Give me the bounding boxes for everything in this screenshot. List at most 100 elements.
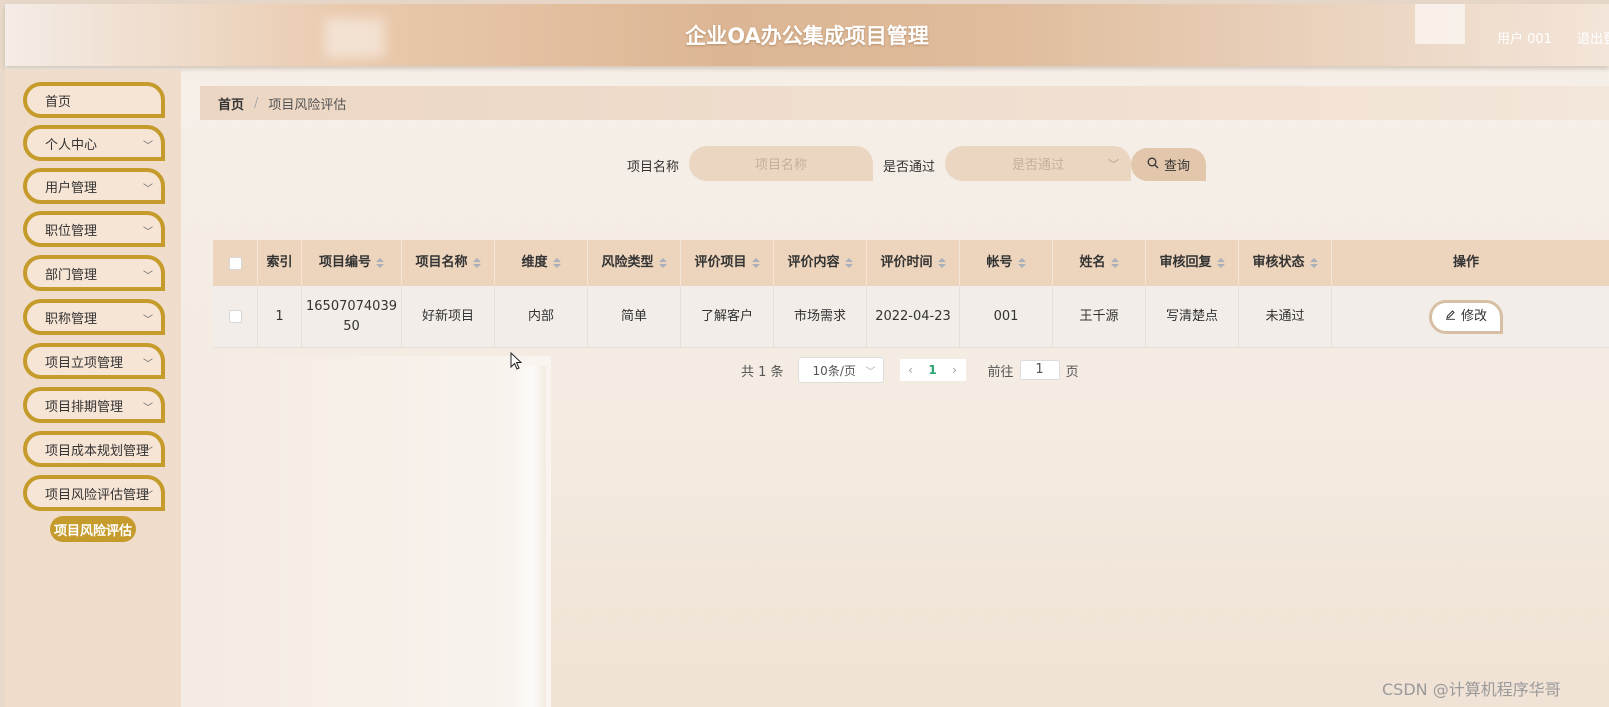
sidebar-item-label: 职称管理 <box>45 311 98 327</box>
column-header-name[interactable]: 姓名 <box>1053 240 1146 286</box>
row-select-cell <box>213 286 258 347</box>
sort-icon[interactable] <box>1110 258 1119 268</box>
sidebar: 首页 个人中心 ﹀ 用户管理 ﹀ 职位管理 ﹀ 部门管理 ﹀ 职称管理 ﹀ 项目… <box>5 70 181 707</box>
sidebar-item-project-cost[interactable]: 项目成本规划管理 ﹀ <box>23 431 165 467</box>
user-name[interactable]: 用户 001 <box>1497 28 1552 47</box>
cell-name: 王千源 <box>1053 286 1146 347</box>
chevron-down-icon: ﹀ <box>143 315 153 326</box>
sidebar-item-label: 个人中心 <box>45 137 98 153</box>
data-table: 索引 项目编号 项目名称 维度 风险类型 评价项目 评价内容 评价时间 帐号 姓… <box>213 240 1609 348</box>
sidebar-item-label: 项目风险评估管理 <box>45 487 150 503</box>
chevron-down-icon: ﹀ <box>143 447 153 458</box>
cell-account: 001 <box>960 286 1053 347</box>
sidebar-item-home[interactable]: 首页 <box>23 82 165 118</box>
pass-status-placeholder: 是否通过 <box>1011 158 1064 173</box>
page-number[interactable]: 1 <box>922 363 944 377</box>
sort-icon[interactable] <box>376 258 384 268</box>
sort-icon[interactable] <box>1309 258 1318 268</box>
sidebar-item-user-management[interactable]: 用户管理 ﹀ <box>23 168 165 204</box>
column-header-label: 审核状态 <box>1252 255 1305 270</box>
breadcrumb-home[interactable]: 首页 <box>218 94 244 113</box>
sidebar-item-personal-center[interactable]: 个人中心 ﹀ <box>23 125 165 161</box>
table-header: 索引 项目编号 项目名称 维度 风险类型 评价项目 评价内容 评价时间 帐号 姓… <box>213 240 1609 286</box>
pass-status-label: 是否通过 <box>883 160 936 175</box>
app-title: 企业OA办公集成项目管理 <box>685 24 929 48</box>
sort-icon[interactable] <box>1017 258 1026 268</box>
sort-icon[interactable] <box>844 258 853 268</box>
main-content: 首页 / 项目风险评估 项目名称 项目名称 是否通过 是否通过 ﹀ 查询 索引 … <box>181 66 1609 707</box>
pagination: 共 1 条 10条/页 ﹀ ‹ 1 › 前往 1 页 <box>741 357 1079 383</box>
sort-icon[interactable] <box>552 258 561 268</box>
sort-icon[interactable] <box>751 258 760 268</box>
sidebar-item-label: 首页 <box>45 94 72 110</box>
column-header-label: 风险类型 <box>601 255 654 270</box>
column-header-label: 评价内容 <box>787 255 840 270</box>
edit-button[interactable]: 修改 <box>1429 299 1503 334</box>
column-header-dimension[interactable]: 维度 <box>495 240 588 286</box>
sidebar-item-department-management[interactable]: 部门管理 ﹀ <box>23 255 165 291</box>
sidebar-item-label: 项目成本规划管理 <box>45 443 150 459</box>
page-size-select[interactable]: 10条/页 ﹀ <box>797 357 884 383</box>
project-name-input[interactable]: 项目名称 <box>689 146 873 181</box>
cell-eval-item: 了解客户 <box>681 286 774 347</box>
column-header-review-reply[interactable]: 审核回复 <box>1146 240 1239 286</box>
sidebar-item-project-schedule[interactable]: 项目排期管理 ﹀ <box>23 387 165 423</box>
table-row: 1 16507074039 50 好新项目 内部 简单 了解客户 市场需求 20… <box>213 286 1609 348</box>
edit-icon <box>1445 307 1456 327</box>
pager: ‹ 1 › <box>899 359 966 381</box>
sidebar-item-label: 用户管理 <box>45 180 98 196</box>
watermark: CSDN @计算机程序华哥 <box>1382 680 1561 699</box>
column-header-index: 索引 <box>258 240 302 286</box>
sidebar-subitem-risk-assessment[interactable]: 项目风险评估 <box>50 516 136 542</box>
sidebar-item-position-management[interactable]: 职位管理 ﹀ <box>23 211 165 247</box>
cell-project-name: 好新项目 <box>402 286 495 347</box>
prev-page-icon[interactable]: ‹ <box>900 363 922 377</box>
chevron-down-icon: ﹀ <box>865 367 876 378</box>
column-header-account[interactable]: 帐号 <box>960 240 1053 286</box>
goto-label: 前往 <box>987 364 1014 380</box>
query-button[interactable]: 查询 <box>1131 148 1206 181</box>
chevron-down-icon: ﹀ <box>1108 158 1119 171</box>
column-header-project-no[interactable]: 项目编号 <box>302 240 402 286</box>
column-header-risk-type[interactable]: 风险类型 <box>588 240 681 286</box>
cell-index: 1 <box>258 286 302 347</box>
sidebar-item-title-management[interactable]: 职称管理 ﹀ <box>23 299 165 335</box>
cell-review-reply: 写清楚点 <box>1146 286 1239 347</box>
query-button-label: 查询 <box>1163 159 1190 174</box>
chevron-down-icon: ﹀ <box>143 271 153 282</box>
column-header-label: 索引 <box>266 255 293 270</box>
breadcrumb-current: 项目风险评估 <box>268 97 347 113</box>
app-header: 企业OA办公集成项目管理 用户 001 退出登 <box>5 4 1609 66</box>
sidebar-item-project-initiation[interactable]: 项目立项管理 ﹀ <box>23 343 165 379</box>
cell-eval-time: 2022-04-23 <box>867 286 960 347</box>
sort-icon[interactable] <box>937 258 946 268</box>
column-header-project-name[interactable]: 项目名称 <box>402 240 495 286</box>
column-header-label: 评价时间 <box>880 255 933 270</box>
cell-actions: 修改 <box>1332 286 1600 347</box>
column-header-actions: 操作 <box>1332 240 1600 286</box>
project-name-label: 项目名称 <box>627 160 680 175</box>
cell-eval-content: 市场需求 <box>774 286 867 347</box>
column-header-eval-content[interactable]: 评价内容 <box>774 240 867 286</box>
next-page-icon[interactable]: › <box>944 363 966 377</box>
column-header-review-status[interactable]: 审核状态 <box>1239 240 1332 286</box>
chevron-down-icon: ﹀ <box>143 184 153 195</box>
row-checkbox[interactable] <box>228 310 242 323</box>
total-count: 共 1 条 <box>741 364 784 380</box>
sort-icon[interactable] <box>1216 258 1225 268</box>
breadcrumb-separator: / <box>254 95 259 111</box>
sort-icon[interactable] <box>472 258 481 268</box>
column-header-eval-time[interactable]: 评价时间 <box>867 240 960 286</box>
select-all-checkbox[interactable] <box>228 256 242 270</box>
chevron-down-icon: ﹀ <box>143 227 153 238</box>
column-header-label: 姓名 <box>1079 255 1106 270</box>
goto-page: 前往 1 页 <box>988 360 1079 380</box>
column-header-label: 维度 <box>521 255 548 270</box>
goto-suffix: 页 <box>1065 364 1079 380</box>
goto-page-input[interactable]: 1 <box>1019 360 1060 380</box>
sidebar-item-project-risk[interactable]: 项目风险评估管理 ﹀ <box>23 475 165 511</box>
column-header-eval-item[interactable]: 评价项目 <box>681 240 774 286</box>
logout-link[interactable]: 退出登 <box>1577 28 1609 47</box>
pass-status-select[interactable]: 是否通过 ﹀ <box>945 146 1131 181</box>
sort-icon[interactable] <box>658 258 667 268</box>
